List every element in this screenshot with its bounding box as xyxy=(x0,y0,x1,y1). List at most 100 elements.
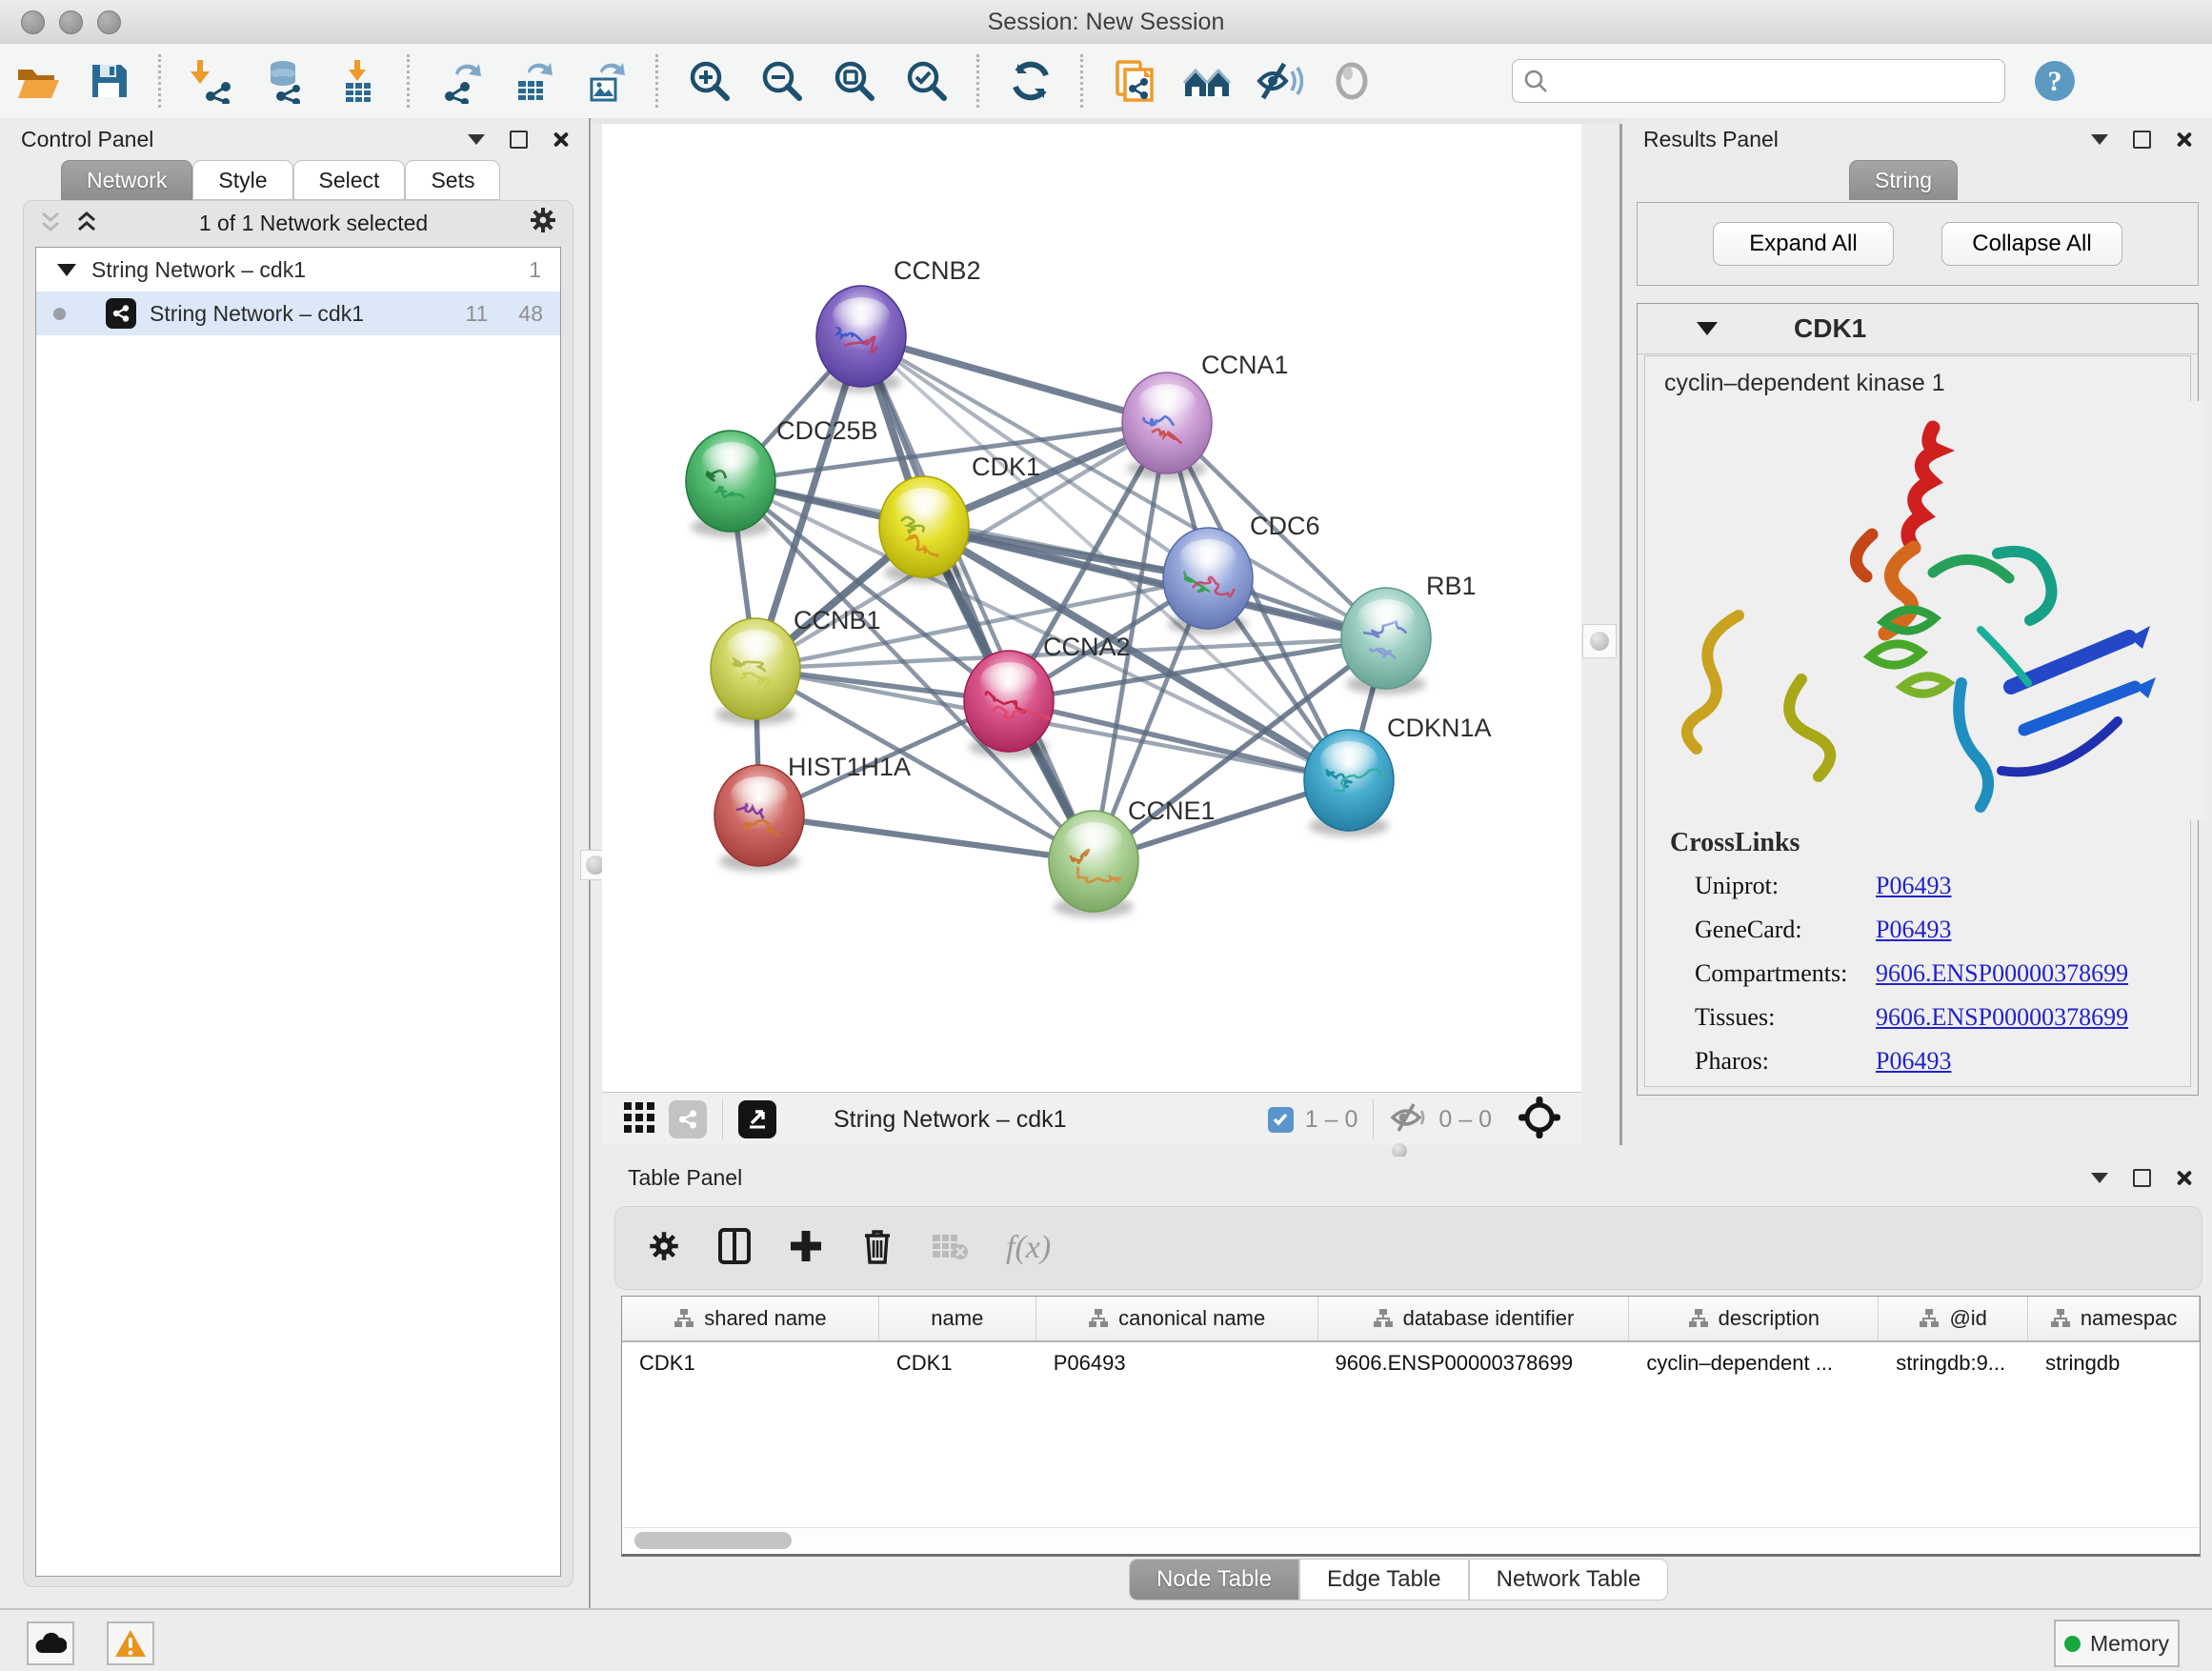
tab-network[interactable]: Network xyxy=(61,160,192,200)
open-session-button[interactable] xyxy=(0,49,72,113)
cloud-status-button[interactable] xyxy=(27,1621,74,1665)
refresh-button[interactable] xyxy=(995,49,1067,113)
column-header-shared-name[interactable]: shared name xyxy=(622,1297,879,1340)
hide-selected-button[interactable] xyxy=(1243,49,1316,113)
column-header-name[interactable]: name xyxy=(879,1297,1036,1340)
network-row-selected[interactable]: String Network – cdk1 11 48 xyxy=(36,292,560,335)
tab-string[interactable]: String xyxy=(1849,160,1958,200)
network-node-CCNA1[interactable] xyxy=(1122,372,1212,479)
homes-button[interactable] xyxy=(1171,49,1243,113)
network-share-icon[interactable] xyxy=(669,1100,707,1138)
panel-menu-icon[interactable] xyxy=(2091,1173,2108,1183)
export-network-button[interactable] xyxy=(425,49,497,113)
export-table-button[interactable] xyxy=(497,49,570,113)
tab-node-table[interactable]: Node Table xyxy=(1129,1559,1299,1601)
tab-select[interactable]: Select xyxy=(293,160,406,200)
network-node-CCNE1[interactable] xyxy=(1049,811,1138,917)
network-node-CDK1[interactable] xyxy=(879,476,969,583)
show-all-button[interactable] xyxy=(1316,49,1388,113)
help-button[interactable]: ? xyxy=(2019,49,2091,113)
crosshair-icon[interactable] xyxy=(1517,1095,1562,1145)
zoom-fit-button[interactable] xyxy=(818,49,891,113)
panel-float-icon[interactable] xyxy=(2133,1169,2151,1187)
scrollbar-thumb[interactable] xyxy=(634,1532,792,1549)
network-edge-ccna2-cdkn1a[interactable] xyxy=(1009,701,1349,780)
network-node-CCNB1[interactable] xyxy=(711,618,800,725)
memory-button[interactable]: Memory xyxy=(2054,1620,2180,1667)
hidden-eye-icon[interactable] xyxy=(1389,1101,1427,1138)
zoom-out-button[interactable] xyxy=(746,49,818,113)
search-input[interactable] xyxy=(1549,68,1995,94)
pharos-link[interactable]: P06493 xyxy=(1876,1047,1951,1075)
open-in-new-window-icon[interactable] xyxy=(738,1100,776,1138)
table-cell[interactable]: CDK1 xyxy=(879,1351,1036,1376)
tissues-link[interactable]: 9606.ENSP00000378699 xyxy=(1876,1003,2128,1031)
import-network-file-button[interactable] xyxy=(176,49,249,113)
column-header-database-identifier[interactable]: database identifier xyxy=(1318,1297,1630,1340)
warning-status-button[interactable] xyxy=(107,1621,154,1665)
table-horizontal-scrollbar[interactable] xyxy=(623,1527,2199,1553)
panel-close-icon[interactable] xyxy=(2176,131,2191,147)
table-cell[interactable]: stringdb:9... xyxy=(1879,1351,2028,1376)
export-image-button[interactable] xyxy=(570,49,642,113)
compartments-link[interactable]: 9606.ENSP00000378699 xyxy=(1876,959,2128,987)
cdk1-section-header[interactable]: CDK1 xyxy=(1638,304,2198,354)
add-column-icon[interactable] xyxy=(789,1229,823,1268)
collapse-all-button[interactable]: Collapse All xyxy=(1941,222,2122,266)
panel-menu-icon[interactable] xyxy=(468,134,485,145)
tab-edge-table[interactable]: Edge Table xyxy=(1299,1559,1469,1601)
right-splitter-grip[interactable] xyxy=(1582,624,1617,658)
control-panel-header: Control Panel xyxy=(0,118,589,160)
network-canvas[interactable]: CCNB2CCNA1CDC25BCDK1CDC6RB1CCNB1CCNA2CDK… xyxy=(602,124,1581,1092)
node-label-CDKN1A: CDKN1A xyxy=(1387,714,1492,742)
panel-float-icon[interactable] xyxy=(2133,131,2151,149)
tab-sets[interactable]: Sets xyxy=(405,160,500,200)
expand-all-button[interactable]: Expand All xyxy=(1713,222,1894,266)
import-network-database-button[interactable] xyxy=(249,49,321,113)
network-edge-hist1h1a-ccne1[interactable] xyxy=(759,815,1094,861)
network-node-CDC25B[interactable] xyxy=(686,431,775,537)
panel-close-icon[interactable] xyxy=(553,131,568,147)
table-settings-gear-icon[interactable] xyxy=(648,1230,680,1267)
column-header-description[interactable]: description xyxy=(1629,1297,1879,1340)
zoom-in-button[interactable] xyxy=(674,49,746,113)
expand-all-icon[interactable] xyxy=(75,211,98,235)
table-cell[interactable]: stringdb xyxy=(2028,1351,2200,1376)
table-cell[interactable]: cyclin–dependent ... xyxy=(1629,1351,1879,1376)
genecard-link[interactable]: P06493 xyxy=(1876,916,1951,943)
left-splitter[interactable] xyxy=(592,124,602,1145)
tab-network-table[interactable]: Network Table xyxy=(1469,1559,1669,1601)
uniprot-link[interactable]: P06493 xyxy=(1876,872,1951,899)
section-collapse-icon[interactable] xyxy=(1697,322,1718,335)
panel-close-icon[interactable] xyxy=(2176,1170,2191,1185)
delete-column-trash-icon[interactable] xyxy=(861,1228,894,1269)
panel-float-icon[interactable] xyxy=(510,131,528,149)
selected-checkbox-icon[interactable] xyxy=(1268,1107,1294,1133)
table-row[interactable]: CDK1CDK1P064939606.ENSP00000378699cyclin… xyxy=(622,1342,2200,1384)
right-splitter[interactable] xyxy=(1581,124,1622,1145)
column-header-namespac[interactable]: namespac xyxy=(2028,1297,2200,1340)
column-header-canonical-name[interactable]: canonical name xyxy=(1036,1297,1318,1340)
collapse-all-icon[interactable] xyxy=(39,211,62,235)
table-cell[interactable]: P06493 xyxy=(1036,1351,1318,1376)
table-cell[interactable]: CDK1 xyxy=(622,1351,879,1376)
network-collection-row[interactable]: String Network – cdk1 1 xyxy=(36,248,560,292)
network-node-CDC6[interactable] xyxy=(1163,528,1253,634)
network-node-CCNB2[interactable] xyxy=(816,286,906,393)
network-node-RB1[interactable] xyxy=(1341,588,1431,695)
table-cell[interactable]: 9606.ENSP00000378699 xyxy=(1318,1351,1630,1376)
column-header--id[interactable]: @id xyxy=(1879,1297,2028,1340)
network-node-CCNA2[interactable] xyxy=(964,651,1054,757)
birdseye-grid-icon[interactable] xyxy=(623,1101,655,1138)
show-column-icon[interactable] xyxy=(718,1228,751,1269)
gear-icon[interactable] xyxy=(529,206,557,240)
tab-style[interactable]: Style xyxy=(192,160,292,200)
share-document-button[interactable] xyxy=(1098,49,1171,113)
panel-menu-icon[interactable] xyxy=(2091,134,2108,145)
share-document-icon xyxy=(1112,58,1157,104)
import-table-button[interactable] xyxy=(321,49,393,113)
save-session-button[interactable] xyxy=(72,49,145,113)
network-node-CDKN1A[interactable] xyxy=(1304,730,1394,836)
tree-expander-icon[interactable] xyxy=(57,264,76,276)
zoom-selected-button[interactable] xyxy=(891,49,963,113)
